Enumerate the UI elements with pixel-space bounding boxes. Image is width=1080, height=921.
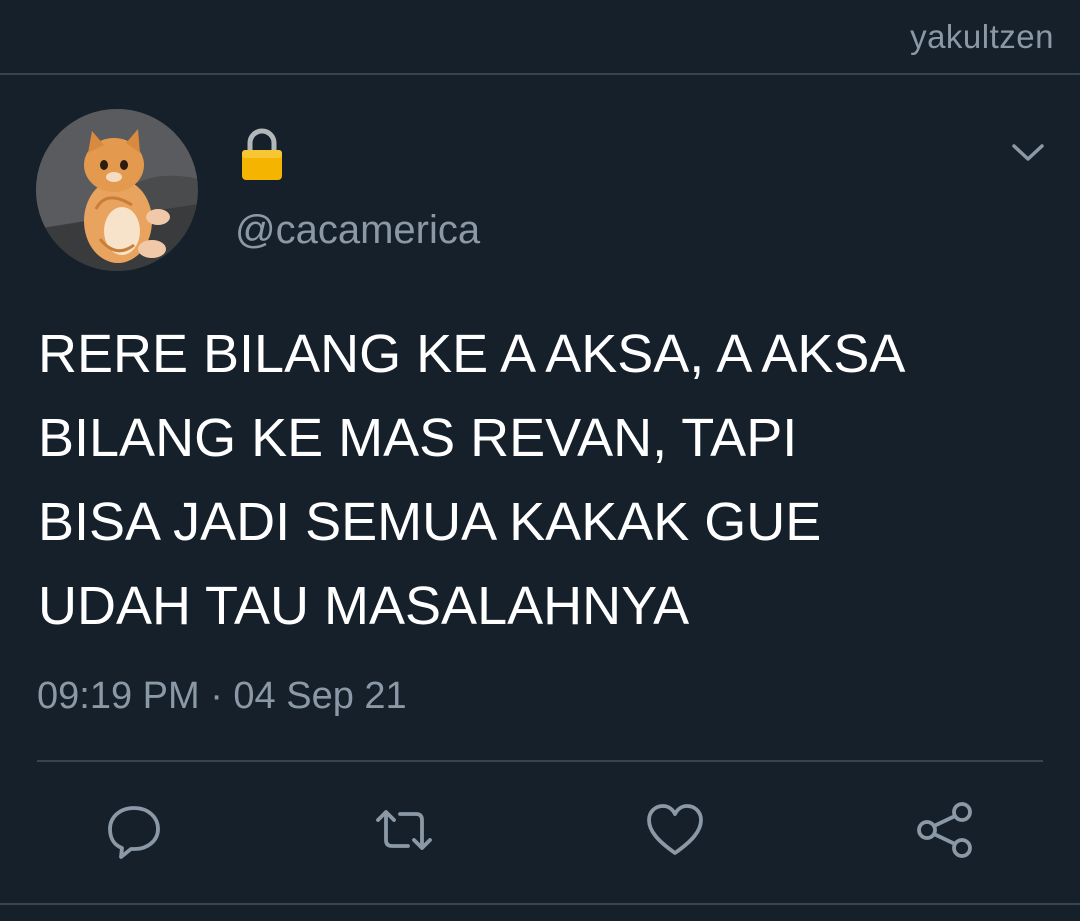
chevron-down-icon[interactable] — [1010, 138, 1046, 166]
reply-button[interactable] — [102, 798, 166, 862]
reply-icon — [108, 806, 160, 859]
retweet-button[interactable] — [372, 798, 436, 862]
top-divider — [0, 73, 1080, 75]
username[interactable]: @cacamerica — [235, 206, 480, 254]
timestamp: 09:19 PM · 04 Sep 21 — [37, 675, 407, 717]
watermark: yakultzen — [910, 18, 1054, 55]
share-icon — [917, 802, 972, 858]
lock-icon — [240, 128, 284, 182]
share-button[interactable] — [913, 798, 977, 862]
bottom-divider — [0, 903, 1080, 905]
retweet-icon — [376, 810, 432, 850]
actions-divider — [37, 760, 1043, 762]
heart-icon — [647, 804, 703, 855]
avatar[interactable] — [36, 109, 198, 271]
tweet-text: RERE BILANG KE A AKSA, A AKSA BILANG KE … — [38, 324, 906, 636]
like-button[interactable] — [643, 798, 707, 862]
